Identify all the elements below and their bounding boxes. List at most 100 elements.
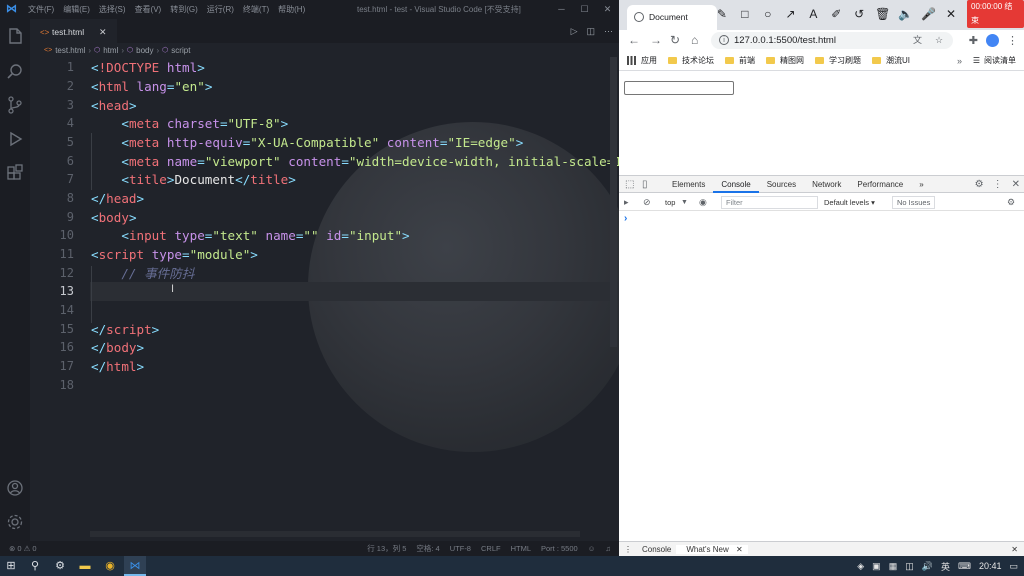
dropdown-arrow-icon[interactable]: ▼ (681, 194, 688, 211)
run-icon[interactable]: ▷ (571, 19, 578, 43)
code-line[interactable]: </head> (91, 189, 144, 208)
code-line[interactable]: <head> (91, 96, 137, 115)
tray-app-icon[interactable]: ▣ (872, 561, 881, 572)
menu-file[interactable]: 文件(F) (28, 0, 54, 19)
code-line[interactable]: // 事件防抖 (91, 264, 194, 283)
feedback-icon[interactable]: ☺ (588, 541, 596, 556)
menu-run[interactable]: 运行(R) (207, 0, 234, 19)
problems-count[interactable]: ⊗ 0 ⚠ 0 (9, 541, 37, 556)
arrow-icon[interactable]: ↗ (784, 3, 798, 25)
highlighter-icon[interactable]: ✐ (829, 3, 843, 25)
extensions-icon[interactable] (4, 163, 26, 185)
console-settings-gear-icon[interactable]: ⚙ (1007, 194, 1015, 211)
bookmark-folder[interactable]: 潮流UI (872, 55, 910, 66)
eye-icon[interactable]: ◉ (699, 194, 707, 211)
keyboard-icon[interactable]: ⌨ (958, 561, 971, 572)
address-bar[interactable]: i 127.0.0.1:5500/test.html 文 ☆ (711, 32, 953, 49)
vertical-scrollbar[interactable] (610, 57, 617, 347)
console-prompt-chevron-icon[interactable]: › (624, 213, 627, 224)
horizontal-scrollbar[interactable] (90, 531, 580, 537)
drawer-tab-console[interactable]: Console (637, 545, 676, 554)
text-icon[interactable]: A (807, 3, 821, 25)
tray-app-icon[interactable]: ◫ (905, 561, 914, 572)
settings-gear-icon[interactable]: ⚙ (49, 556, 71, 576)
sidebar-toggle-icon[interactable]: ▸ (624, 194, 629, 211)
source-control-icon[interactable] (4, 94, 26, 116)
breadcrumb-body[interactable]: body (136, 46, 153, 55)
clock-time[interactable]: 20:41 (979, 561, 1002, 571)
page-text-input[interactable] (624, 81, 734, 95)
close-drawer-icon[interactable]: ✕ (1006, 545, 1024, 554)
extensions-puzzle-icon[interactable]: ✚ (969, 34, 978, 47)
code-line[interactable]: <input type="text" name="" id="input"> (91, 226, 409, 245)
bookmark-star-icon[interactable]: ☆ (935, 32, 943, 49)
indentation[interactable]: 空格: 4 (416, 541, 439, 556)
search-icon[interactable] (4, 60, 26, 82)
tray-app-icon[interactable]: ◈ (857, 561, 864, 572)
code-line[interactable]: <body> (91, 208, 137, 227)
chrome-menu-icon[interactable]: ⋮ (1007, 34, 1018, 47)
back-arrow-icon[interactable]: ← (628, 30, 640, 51)
notifications-bell-icon[interactable]: ♫ (605, 541, 611, 556)
reload-icon[interactable]: ↻ (670, 30, 680, 51)
close-icon[interactable]: ✕ (944, 3, 958, 25)
close-icon[interactable]: ✕ (596, 0, 619, 19)
live-server-port[interactable]: Port : 5500 (541, 541, 578, 556)
url-text[interactable]: 127.0.0.1:5500/test.html (734, 32, 836, 49)
run-debug-icon[interactable] (4, 128, 26, 150)
search-icon[interactable]: ⚲ (24, 556, 46, 576)
code-line[interactable]: <meta http-equiv="X-UA-Compatible" conte… (91, 133, 523, 152)
notification-center-icon[interactable]: ▭ (1009, 561, 1018, 572)
device-toolbar-icon[interactable]: ▯ (642, 176, 648, 193)
code-line[interactable]: </body> (91, 338, 144, 357)
bookmark-apps[interactable]: 应用 (627, 55, 657, 66)
tab-performance[interactable]: Performance (849, 176, 911, 193)
drawer-tab-whats-new[interactable]: What's New ✕ (676, 545, 748, 554)
trash-icon[interactable]: 🗑 (875, 3, 890, 25)
bookmark-folder[interactable]: 精图网 (766, 55, 804, 66)
context-selector[interactable]: top (665, 194, 675, 211)
menu-terminal[interactable]: 终端(T) (243, 0, 269, 19)
clear-console-icon[interactable]: ⊘ (643, 194, 651, 211)
volume-icon[interactable]: 🔊 (922, 561, 933, 572)
undo-icon[interactable]: ↺ (852, 3, 866, 25)
vscode-taskbar-icon[interactable]: ⋈ (124, 556, 146, 576)
recording-stop-button[interactable]: 00:00:00 结束 (967, 0, 1024, 28)
pen-icon[interactable]: ✎ (715, 3, 729, 25)
code-line[interactable]: <meta charset="UTF-8"> (91, 114, 288, 133)
settings-gear-icon[interactable] (4, 511, 26, 533)
code-editor[interactable]: 1 2 3 4 5 6 7 8 9 10 11 12 13 14 15 16 1… (30, 57, 619, 541)
microphone-icon[interactable]: 🎤 (921, 3, 936, 25)
log-levels-dropdown[interactable]: Default levels ▾ (824, 194, 875, 211)
tab-network[interactable]: Network (804, 176, 849, 193)
tab-console[interactable]: Console (713, 176, 759, 193)
menu-go[interactable]: 转到(G) (170, 0, 198, 19)
rectangle-icon[interactable]: □ (738, 3, 752, 25)
file-explorer-icon[interactable]: ▬ (74, 556, 96, 576)
inspect-element-icon[interactable]: ⬚ (625, 176, 634, 193)
more-tabs-icon[interactable]: » (911, 176, 931, 193)
breadcrumb-script[interactable]: script (171, 46, 190, 55)
breadcrumb-file[interactable]: test.html (55, 46, 85, 55)
devtools-menu-icon[interactable]: ⋮ (993, 176, 1003, 193)
bookmark-folder[interactable]: 学习刷题 (815, 55, 861, 66)
line-ending[interactable]: CRLF (481, 541, 501, 556)
translate-icon[interactable]: 文 (913, 32, 922, 49)
tab-elements[interactable]: Elements (664, 176, 713, 193)
ime-indicator[interactable]: 英 (941, 560, 950, 573)
issues-button[interactable]: No Issues (892, 196, 936, 209)
encoding[interactable]: UTF-8 (450, 541, 471, 556)
browser-tab-document[interactable]: Document (627, 5, 717, 30)
forward-arrow-icon[interactable]: → (650, 30, 662, 51)
tab-close-icon[interactable]: ✕ (99, 20, 107, 44)
explorer-icon[interactable] (4, 25, 26, 47)
circle-icon[interactable]: ○ (761, 3, 775, 25)
settings-gear-icon[interactable]: ⚙ (975, 176, 984, 193)
bookmarks-overflow-icon[interactable]: » (957, 51, 962, 71)
code-line[interactable]: <title>Document</title> (91, 170, 295, 189)
language-mode[interactable]: HTML (511, 541, 531, 556)
maximize-icon[interactable]: ☐ (573, 0, 596, 19)
menu-selection[interactable]: 选择(S) (99, 0, 126, 19)
code-line[interactable]: <script type="module"> (91, 245, 258, 264)
home-icon[interactable]: ⌂ (691, 30, 698, 51)
